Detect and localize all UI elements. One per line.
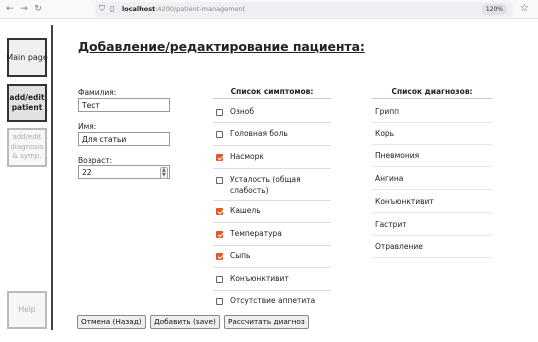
symptom-label: Температура — [230, 229, 282, 238]
sidebar-help-label: Help — [18, 305, 36, 314]
diagnosis-label: Гастрит — [375, 220, 407, 229]
symptom-checkbox[interactable] — [216, 177, 223, 184]
symptom-label: Усталость (общая слабость) — [230, 175, 301, 195]
symptom-label: Насморк — [230, 152, 264, 161]
symptom-label: Сыпь — [230, 251, 251, 260]
diagnosis-label: Отравление — [375, 242, 423, 251]
bookmark-star-icon[interactable]: ☆ — [520, 3, 529, 15]
symptom-row[interactable]: Озноб — [213, 101, 331, 123]
url-text[interactable]: localhost:4200/patient-management — [122, 4, 245, 15]
diagnosis-label: Ангина — [375, 174, 404, 183]
add-save-button[interactable]: Добавить (save) — [150, 315, 220, 329]
symptom-row[interactable]: Головная боль — [213, 123, 331, 146]
sidebar-add-edit-diagnosis-button[interactable]: add/edit diagnosis & symp. — [7, 128, 47, 167]
symptom-row[interactable]: Усталость (общая слабость) — [213, 169, 331, 201]
symptom-checkbox[interactable] — [216, 231, 223, 238]
symptom-row[interactable]: Температура — [213, 223, 331, 246]
diagnoses-header-divider — [372, 98, 492, 99]
page-title: Добавление/редактирование пациента: — [78, 39, 365, 54]
symptom-label: Кашель — [230, 206, 261, 215]
symptom-checkbox[interactable] — [216, 154, 223, 161]
symptom-checkbox[interactable] — [216, 208, 223, 215]
reload-icon[interactable]: ↻ — [32, 3, 44, 15]
symptom-checkbox[interactable] — [216, 109, 223, 116]
symptom-row[interactable]: Конъюнктивит — [213, 268, 331, 291]
symptom-label: Отсутствие аппетита — [230, 296, 316, 305]
sidebar-add-edit-patient-button[interactable]: add/edit patient — [7, 84, 47, 122]
diagnosis-row[interactable]: Корь — [372, 123, 492, 145]
diagnosis-row[interactable]: Отравление — [372, 236, 492, 258]
page-icon: ▯ — [110, 4, 115, 13]
age-label: Возраст: — [78, 156, 113, 165]
diagnosis-label: Пневмония — [375, 151, 420, 160]
surname-input[interactable] — [78, 98, 170, 112]
browser-toolbar: ← → ↻ ⛉ ▯ localhost:4200/patient-managem… — [0, 0, 538, 19]
symptoms-header: Список симптомов: — [230, 87, 314, 96]
calculate-diagnosis-button[interactable]: Рассчитать диагноз — [224, 315, 309, 329]
cancel-button[interactable]: Отмена (Назад) — [77, 315, 146, 329]
symptom-checkbox[interactable] — [216, 276, 223, 283]
age-input[interactable] — [78, 165, 170, 179]
diagnosis-label: Конъюнктивит — [375, 197, 434, 206]
symptom-checkbox[interactable] — [216, 253, 223, 260]
diagnosis-row[interactable]: Гастрит — [372, 214, 492, 236]
symptoms-header-divider — [213, 98, 331, 99]
symptom-checkbox[interactable] — [216, 131, 223, 138]
symptom-row[interactable]: Насморк — [213, 146, 331, 169]
back-icon[interactable]: ← — [4, 3, 16, 15]
name-label: Имя: — [78, 122, 97, 131]
symptom-checkbox[interactable] — [216, 298, 223, 305]
diagnosis-row[interactable]: Грипп — [372, 101, 492, 123]
diagnosis-row[interactable]: Конъюнктивит — [372, 191, 492, 213]
diagnosis-label: Корь — [375, 129, 395, 138]
forward-icon[interactable]: → — [18, 3, 30, 15]
diagnosis-label: Грипп — [375, 107, 400, 116]
surname-label: Фамилия: — [78, 88, 117, 97]
diagnosis-row[interactable]: Пневмония — [372, 145, 492, 167]
diagnosis-row[interactable]: Ангина — [372, 168, 492, 190]
address-bar[interactable]: ⛉ ▯ localhost:4200/patient-management 12… — [95, 2, 513, 17]
symptom-label: Конъюнктивит — [230, 274, 289, 283]
age-stepper[interactable]: ▲ ▼ — [160, 167, 168, 179]
zoom-badge[interactable]: 120% — [481, 4, 507, 15]
sidebar-divider — [51, 25, 53, 330]
sidebar-help-button[interactable]: Help — [7, 291, 47, 329]
url-host: localhost — [122, 5, 156, 13]
sidebar-main-page-button[interactable]: Main page — [6, 38, 48, 77]
symptom-row[interactable]: Кашель — [213, 201, 331, 223]
symptom-label: Озноб — [230, 107, 255, 116]
sidebar-main-page-label: Main page — [6, 52, 48, 62]
sidebar-add-edit-diagnosis-label: add/edit diagnosis & symp. — [10, 133, 44, 161]
symptom-label: Головная боль — [230, 129, 288, 138]
url-path: :4200/patient-management — [155, 5, 246, 13]
diagnoses-header: Список диагнозов: — [391, 87, 473, 96]
name-input[interactable] — [78, 132, 170, 146]
sidebar-add-edit-patient-label: add/edit patient — [9, 93, 45, 112]
shield-icon[interactable]: ⛉ — [99, 4, 105, 14]
symptom-row[interactable]: Сыпь — [213, 246, 331, 268]
symptom-row[interactable]: Отсутствие аппетита — [213, 291, 331, 311]
